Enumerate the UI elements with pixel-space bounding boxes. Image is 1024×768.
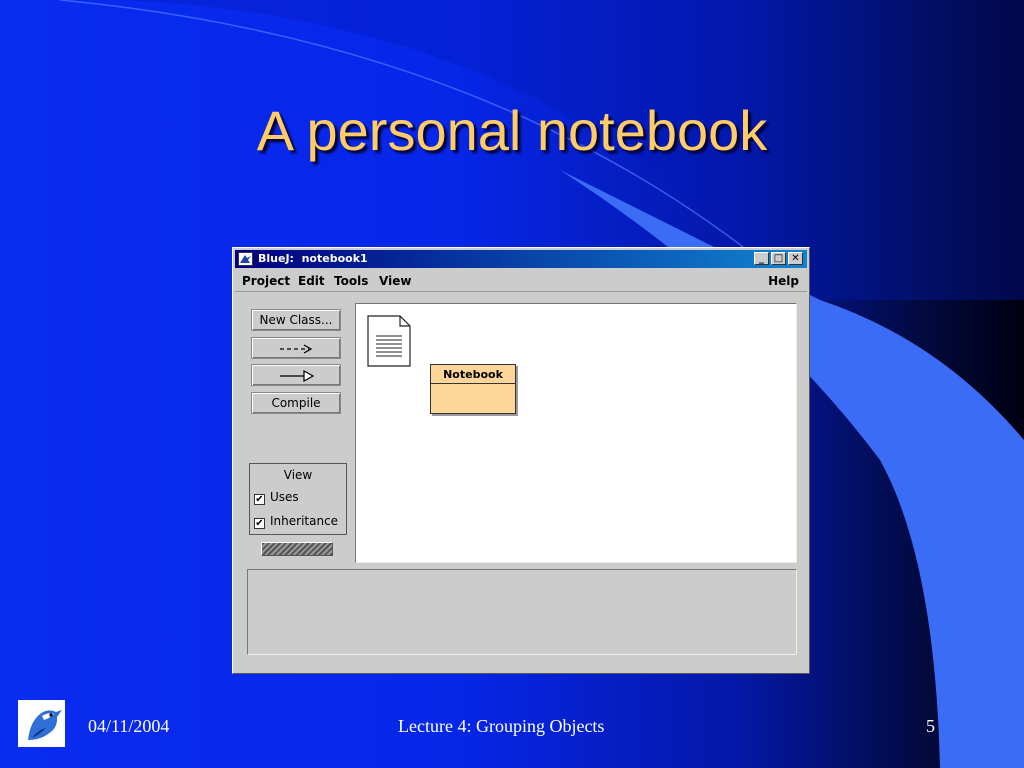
close-button[interactable]: ✕ — [788, 252, 803, 265]
slide-title: A personal notebook — [256, 99, 768, 162]
menu-help[interactable]: Help — [768, 274, 799, 288]
menu-view[interactable]: View — [379, 274, 411, 288]
minimize-button[interactable]: _ — [754, 252, 769, 265]
menu-tools[interactable]: Tools — [334, 274, 368, 288]
inheritance-arrow-icon — [280, 370, 315, 382]
menu-edit[interactable]: Edit — [298, 274, 325, 288]
window-titlebar[interactable]: BlueJ: notebook1 _ □ ✕ — [235, 250, 807, 268]
inheritance-label: Inheritance — [270, 514, 339, 528]
bluej-app-icon — [238, 252, 253, 266]
inheritance-arrow-button[interactable] — [251, 364, 341, 386]
class-notebook[interactable]: Notebook — [430, 364, 516, 414]
window-controls: _ □ ✕ — [754, 252, 803, 265]
progress-indicator — [261, 542, 333, 556]
menubar: Project Edit Tools View Help — [235, 269, 807, 292]
view-panel: View ✔ Uses ✔ Inheritance — [249, 463, 347, 535]
document-icon[interactable] — [366, 314, 414, 368]
uses-arrow-button[interactable] — [251, 337, 341, 359]
class-divider — [431, 383, 515, 384]
footer-page-number: 5 — [926, 716, 935, 736]
bluej-window: BlueJ: notebook1 _ □ ✕ Project Edit Tool… — [232, 247, 810, 674]
menu-project[interactable]: Project — [242, 274, 290, 288]
dashed-arrow-icon — [280, 344, 313, 354]
uses-checkbox-row[interactable]: ✔ Uses — [254, 490, 299, 505]
compile-button[interactable]: Compile — [251, 392, 341, 414]
bluebird-icon — [28, 710, 62, 740]
window-title: BlueJ: notebook1 — [258, 252, 368, 265]
maximize-button[interactable]: □ — [771, 252, 786, 265]
inheritance-checkbox[interactable]: ✔ — [254, 518, 265, 529]
new-class-button[interactable]: New Class... — [251, 309, 341, 331]
uses-checkbox[interactable]: ✔ — [254, 494, 265, 505]
class-notebook-name: Notebook — [443, 368, 503, 381]
bluej-logo — [18, 700, 65, 747]
inheritance-checkbox-row[interactable]: ✔ Inheritance — [254, 514, 338, 529]
footer-lecture: Lecture 4: Grouping Objects — [398, 716, 605, 736]
object-bench[interactable] — [247, 569, 797, 655]
view-panel-title: View — [283, 468, 313, 482]
uses-label: Uses — [270, 490, 299, 504]
class-diagram-canvas[interactable]: Notebook — [355, 303, 797, 563]
footer-date: 04/11/2004 — [88, 716, 170, 736]
